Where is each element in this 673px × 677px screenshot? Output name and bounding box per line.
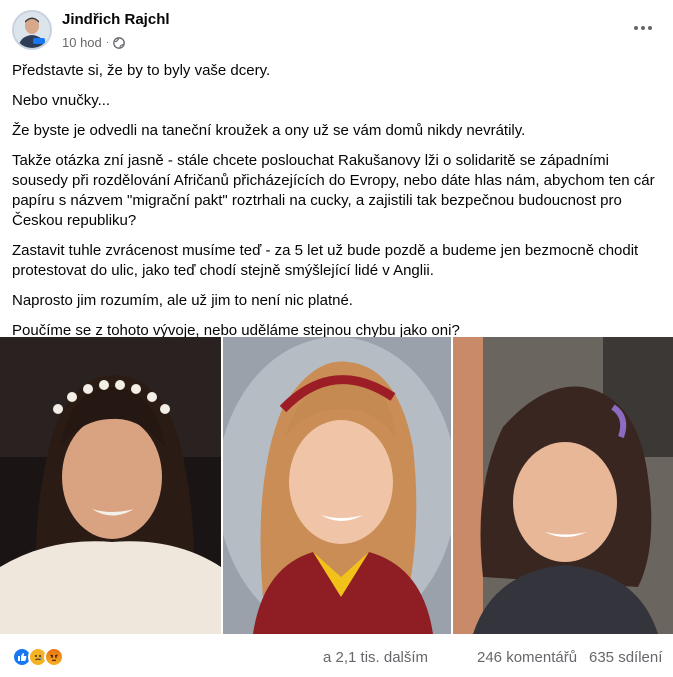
- post-paragraph: Představte si, že by to byly vaše dcery.: [12, 62, 271, 79]
- post-meta: 10 hod ·: [62, 35, 125, 50]
- photo-grid: [0, 337, 673, 634]
- post-footer: a 2,1 tis. dalším 246 komentářů 635 sdíl…: [12, 645, 662, 669]
- post-paragraph: Nebo vnučky...: [12, 92, 111, 109]
- globe-icon: [113, 36, 125, 49]
- comments-count[interactable]: 246 komentářů: [477, 649, 577, 666]
- shares-count[interactable]: 635 sdílení: [589, 649, 662, 666]
- meta-separator: ·: [105, 37, 110, 48]
- more-options-icon[interactable]: [631, 20, 655, 36]
- author-avatar[interactable]: [12, 10, 52, 50]
- angry-icon: [44, 647, 64, 667]
- post-paragraph: Zastavit tuhle zvrácenost musíme teď - z…: [12, 242, 639, 279]
- photo-2[interactable]: [223, 337, 451, 634]
- reaction-count[interactable]: a 2,1 tis. dalším: [323, 649, 428, 666]
- post-paragraph: Že byste je odvedli na taneční kroužek a…: [12, 122, 526, 139]
- post-time[interactable]: 10 hod: [62, 35, 102, 50]
- post-paragraph: Takže otázka zní jasně - stále chcete po…: [12, 152, 655, 229]
- post-body: Představte si, že by to byly vaše dcery.…: [12, 61, 662, 351]
- photo-1[interactable]: [0, 337, 221, 634]
- post-header: Jindřich Rajchl 10 hod ·: [12, 10, 661, 54]
- reaction-icons[interactable]: [12, 647, 64, 667]
- photo-3[interactable]: [453, 337, 673, 634]
- author-name[interactable]: Jindřich Rajchl: [62, 11, 170, 28]
- post-paragraph: Naprosto jim rozumím, ale už jim to není…: [12, 292, 353, 309]
